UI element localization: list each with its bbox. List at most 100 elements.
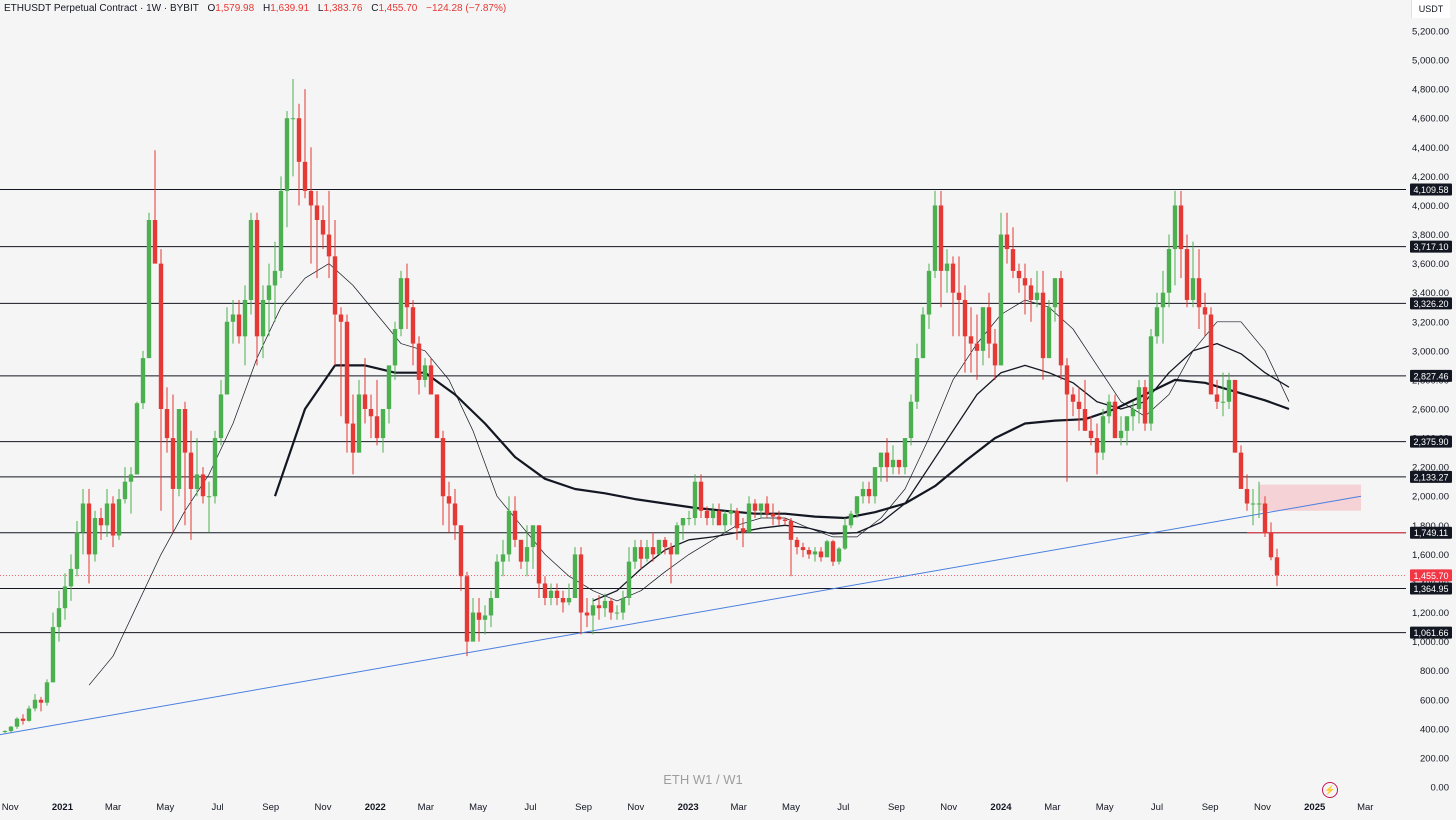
candle-body <box>716 510 722 526</box>
candle-body <box>158 263 164 409</box>
candle[interactable] <box>398 270 404 337</box>
candle-body <box>98 518 104 526</box>
high-value: 1,639.91 <box>270 3 310 14</box>
candle-body <box>344 321 350 424</box>
candle[interactable] <box>1058 270 1064 380</box>
candle-body <box>854 496 860 514</box>
candle-body <box>692 481 698 519</box>
candle[interactable] <box>998 212 1004 366</box>
candle-body <box>1268 532 1274 558</box>
candle-body <box>1088 430 1094 439</box>
candle-body <box>284 118 290 191</box>
candle-body <box>620 598 626 613</box>
candle-body <box>542 583 548 598</box>
candle-body <box>50 627 56 683</box>
candle[interactable] <box>146 212 152 359</box>
candle[interactable] <box>176 409 182 497</box>
x-tick-label: Jul <box>1151 802 1163 813</box>
candle-body <box>536 525 542 584</box>
candle-body <box>584 612 590 616</box>
candle-body <box>170 438 176 489</box>
candle-body <box>500 554 506 562</box>
candle[interactable] <box>692 474 698 526</box>
price-chart[interactable]: 0.00 200.00 400.00 600.00 800.00 1,000.00 1,20… <box>0 0 1456 815</box>
chart-root[interactable]: 0.00 200.00 400.00 600.00 800.00 1,000.00 1,20… <box>0 0 1456 815</box>
x-tick-label: Mar <box>105 802 121 813</box>
candle-body <box>944 263 950 271</box>
level-price-tag: 1,061.66 <box>1410 626 1452 639</box>
y-tick-label: 3,600.00 <box>1412 259 1449 270</box>
candle-body <box>848 513 854 526</box>
candle-body <box>1208 314 1214 395</box>
candle-body <box>206 496 212 498</box>
candle-body <box>518 539 524 562</box>
candle[interactable] <box>674 522 680 555</box>
candle-body <box>1256 503 1262 505</box>
candle-body <box>608 600 614 613</box>
candle-body <box>122 481 128 500</box>
candle-body <box>548 590 554 598</box>
candle[interactable] <box>140 350 146 409</box>
candle-body <box>1172 205 1178 250</box>
candle-body <box>704 510 710 519</box>
candle-body <box>512 510 518 540</box>
candle[interactable] <box>212 430 218 504</box>
supply-zone <box>1259 484 1361 511</box>
candle-body <box>1076 401 1082 409</box>
candle-body <box>224 321 230 395</box>
candle[interactable] <box>1100 409 1106 460</box>
candle[interactable] <box>1232 379 1238 453</box>
level-price-tag: 4,109.58 <box>1410 183 1452 196</box>
candle-body <box>806 550 812 555</box>
candle[interactable] <box>824 539 830 558</box>
candle-body <box>434 394 440 439</box>
candle-body <box>602 600 608 609</box>
candle[interactable] <box>92 510 98 562</box>
candle-body <box>524 547 530 562</box>
candle-body <box>1022 278 1028 286</box>
candle[interactable] <box>1142 379 1148 431</box>
candle-body <box>866 488 872 497</box>
candle-body <box>1136 387 1142 409</box>
candle[interactable] <box>434 394 440 439</box>
candle-body <box>350 423 356 453</box>
currency-button[interactable]: USDT <box>1411 0 1450 18</box>
candle[interactable] <box>656 539 662 555</box>
candle-body <box>878 452 884 468</box>
candle-body <box>494 561 500 598</box>
candle[interactable] <box>1046 299 1052 359</box>
candle[interactable] <box>908 394 914 446</box>
candle[interactable] <box>248 212 254 315</box>
candle-body <box>986 307 992 344</box>
candle[interactable] <box>1208 307 1214 395</box>
level-tag-text: 3,326.20 <box>1413 299 1448 309</box>
candle[interactable] <box>278 176 284 279</box>
candle-body <box>1094 438 1100 453</box>
y-tick-label: 200.00 <box>1420 753 1449 764</box>
candle-body <box>488 598 494 616</box>
x-tick-label: 2025 <box>1304 802 1326 813</box>
candle-body <box>980 307 986 351</box>
level-tag-text: 3,717.10 <box>1413 242 1448 252</box>
candle-body <box>8 726 14 732</box>
y-tick-label: 4,000.00 <box>1412 201 1449 212</box>
candle-body <box>1232 379 1238 453</box>
y-tick-label: 4,200.00 <box>1412 172 1449 183</box>
candle[interactable] <box>44 679 50 706</box>
candle[interactable] <box>920 307 926 359</box>
lightning-icon[interactable]: ⚡ <box>1322 782 1338 798</box>
candle-body <box>296 118 302 162</box>
x-tick-label: Mar <box>731 802 747 813</box>
candle-body <box>1130 409 1136 417</box>
candle[interactable] <box>572 547 578 598</box>
level-price-tag: 3,326.20 <box>1410 297 1452 310</box>
candle-body <box>566 598 572 603</box>
y-tick-label: 3,200.00 <box>1412 317 1449 328</box>
candle-body <box>248 220 254 300</box>
candle-body <box>302 161 308 191</box>
x-tick-label: Mar <box>418 802 434 813</box>
candle[interactable] <box>1148 329 1154 431</box>
candle-body <box>332 256 338 315</box>
x-tick-label: Mar <box>1044 802 1060 813</box>
candle[interactable] <box>134 401 140 475</box>
